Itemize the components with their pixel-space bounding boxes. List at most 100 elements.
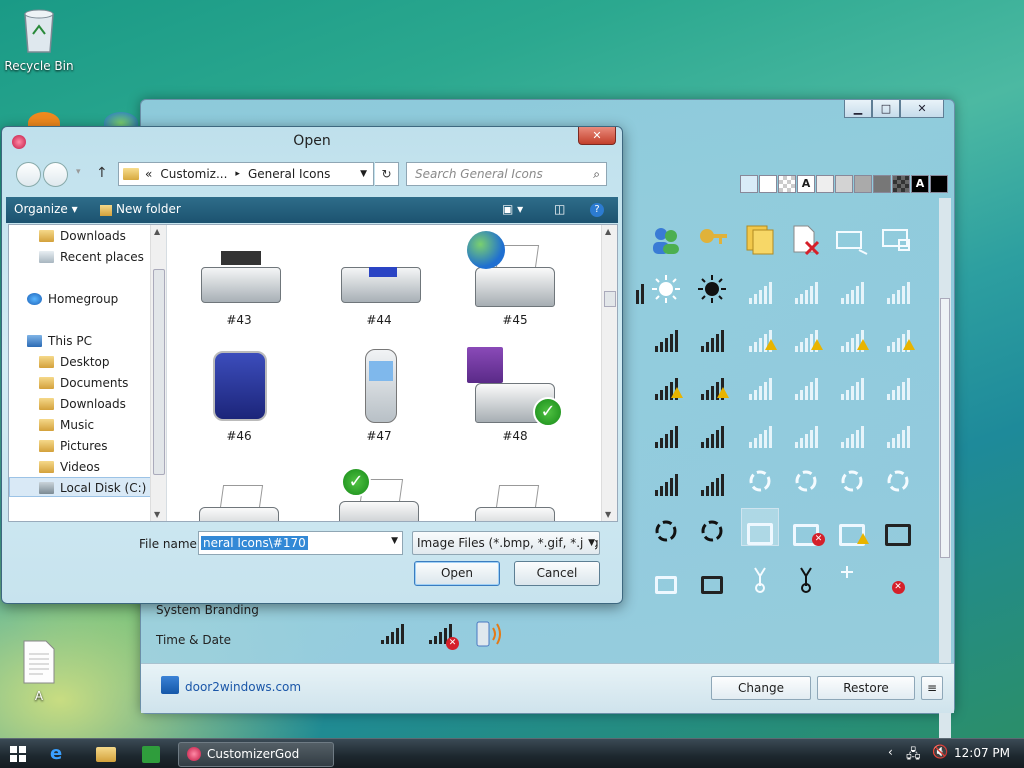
file-a-desktop-icon[interactable]: A <box>1 640 77 703</box>
file-item-partial[interactable] <box>179 471 299 521</box>
recent-locations-chevron-icon[interactable]: ▾ <box>76 167 81 177</box>
sparkle-faint-icon[interactable] <box>833 556 871 594</box>
file-item-partial[interactable] <box>455 471 575 521</box>
signal-faint-icon-2[interactable] <box>787 266 825 304</box>
help-icon[interactable]: ? <box>590 203 604 217</box>
signal-faint-icon-1[interactable] <box>741 266 779 304</box>
network-monitor-dark-icon[interactable] <box>879 508 917 546</box>
nav-item-music[interactable]: Music <box>9 415 151 435</box>
nav-item-homegroup[interactable]: Homegroup <box>9 289 151 309</box>
scrollbar-thumb[interactable] <box>940 298 950 558</box>
antenna-connect-dark-icon[interactable] <box>787 556 825 594</box>
keys-icon[interactable] <box>693 218 731 256</box>
antenna-faint-icon-2[interactable] <box>787 410 825 448</box>
address-part-general-icons[interactable]: General Icons <box>248 167 330 181</box>
signal-warning-icon-1[interactable] <box>741 314 779 352</box>
close-button[interactable]: ✕ <box>900 100 944 118</box>
swatch-text-a[interactable]: A <box>797 175 815 193</box>
swatch-dark-checker[interactable] <box>892 175 910 193</box>
network-monitor-warning-icon[interactable] <box>833 508 871 546</box>
window-select-icon[interactable] <box>879 218 917 256</box>
scrollbar-thumb[interactable] <box>604 291 616 307</box>
swatch-light-gray[interactable] <box>816 175 834 193</box>
signal-up-faint-icon-4[interactable] <box>879 362 917 400</box>
back-button[interactable] <box>16 162 41 187</box>
address-separator-icon[interactable]: ▸ <box>235 169 240 179</box>
up-arrow-icon[interactable]: ↑ <box>96 165 108 181</box>
swatch-gray-3[interactable] <box>873 175 891 193</box>
recycle-faint-icon-2[interactable] <box>787 458 825 496</box>
recycle-faint-icon-1[interactable] <box>741 458 779 496</box>
signal-up-faint-icon-3[interactable] <box>833 362 871 400</box>
document-delete-icon[interactable] <box>787 218 825 256</box>
store-icon[interactable] <box>142 746 160 763</box>
nav-item-pictures[interactable]: Pictures <box>9 436 151 456</box>
signal-full-icon-1[interactable] <box>647 314 685 352</box>
refresh-button[interactable]: ↻ <box>375 162 399 186</box>
signal-full-icon-2[interactable] <box>693 314 731 352</box>
internet-explorer-icon[interactable]: e <box>50 744 72 764</box>
swatch-light-blue[interactable] <box>740 175 758 193</box>
users-icon[interactable] <box>647 218 685 256</box>
show-hidden-icons-chevron-icon[interactable]: ‹ <box>888 745 893 759</box>
signal-faint-icon-4[interactable] <box>879 266 917 304</box>
scroll-up-icon[interactable]: ▲ <box>605 227 611 236</box>
new-folder-button[interactable]: New folder <box>116 202 181 216</box>
recycle-faint-icon-3[interactable] <box>833 458 871 496</box>
scroll-down-icon[interactable]: ▼ <box>154 510 160 519</box>
antenna-dark-icon-1[interactable] <box>647 458 685 496</box>
signal-warning-icon-4[interactable] <box>879 314 917 352</box>
address-overflow[interactable]: « <box>145 167 152 181</box>
network-tray-icon[interactable]: 🖧 <box>906 745 921 767</box>
signal-warning-dark-icon-1[interactable] <box>647 362 685 400</box>
time-date-signal-icon[interactable] <box>381 620 404 644</box>
file-name-input[interactable]: neral Icons\#170 ▼ <box>198 531 403 555</box>
recycle-faint-icon-4[interactable] <box>879 458 917 496</box>
scroll-down-icon[interactable]: ▼ <box>605 510 611 519</box>
signal-up-dark-icon-2[interactable] <box>693 410 731 448</box>
open-file-dialog[interactable]: Open ✕ ▾ ↑ « Customiz... ▸ General Icons… <box>1 126 623 604</box>
address-part-customizergod[interactable]: Customiz... <box>160 167 227 181</box>
antenna-faint-icon-3[interactable] <box>833 410 871 448</box>
file-type-dropdown-icon[interactable]: ▼ <box>584 532 595 554</box>
navigation-pane-scrollbar[interactable]: ▲ ▼ <box>150 225 166 521</box>
maximize-button[interactable]: □ <box>872 100 900 118</box>
network-connect-faint-icon[interactable] <box>647 556 685 594</box>
change-button[interactable]: Change <box>711 676 811 700</box>
scroll-up-icon[interactable]: ▲ <box>154 227 160 236</box>
file-name-value[interactable]: neral Icons\#170 <box>201 536 308 550</box>
file-name-dropdown-icon[interactable]: ▼ <box>391 536 398 546</box>
file-item[interactable]: #44 <box>319 231 439 327</box>
time-date-signal-error-icon[interactable]: ✕ <box>429 620 459 650</box>
swatch-gray-1[interactable] <box>835 175 853 193</box>
signal-up-faint-icon-1[interactable] <box>741 362 779 400</box>
file-item-partial[interactable]: ✓ <box>319 465 439 521</box>
nav-item-downloads-fav[interactable]: Downloads <box>9 226 151 246</box>
preview-pane-icon[interactable]: ◫ <box>554 202 565 216</box>
clock[interactable]: 12:07 PM <box>954 746 1010 760</box>
antenna-connect-faint-icon[interactable] <box>741 556 779 594</box>
signal-up-dark-icon-1[interactable] <box>647 410 685 448</box>
signal-warning-icon-3[interactable] <box>833 314 871 352</box>
sun-light-icon[interactable] <box>647 266 685 304</box>
network-monitor-error-icon[interactable]: ✕ <box>787 508 825 546</box>
signal-warning-icon-2[interactable] <box>787 314 825 352</box>
documents-icon[interactable] <box>741 218 779 256</box>
scrollbar-thumb[interactable] <box>153 269 165 475</box>
view-options-icon[interactable]: ▣ ▾ <box>502 202 523 216</box>
address-bar[interactable]: « Customiz... ▸ General Icons ▼ <box>118 162 374 186</box>
swatch-white[interactable] <box>759 175 777 193</box>
dialog-close-button[interactable]: ✕ <box>578 127 616 145</box>
door2windows-link[interactable]: door2windows.com <box>185 680 301 694</box>
swatch-black[interactable] <box>930 175 948 193</box>
antenna-faint-icon-4[interactable] <box>879 410 917 448</box>
signal-up-faint-icon-2[interactable] <box>787 362 825 400</box>
window-resize-icon[interactable] <box>833 218 871 256</box>
antenna-dark-icon-2[interactable] <box>693 458 731 496</box>
nav-item-documents[interactable]: Documents <box>9 373 151 393</box>
nav-item-this-pc[interactable]: This PC <box>9 331 151 351</box>
file-item[interactable]: #43 <box>179 231 299 327</box>
taskbar-customizergod-button[interactable]: CustomizerGod <box>178 742 334 767</box>
search-input[interactable]: Search General Icons ⌕ <box>406 162 607 186</box>
recycle-bin-desktop-icon[interactable]: Recycle Bin <box>1 6 77 73</box>
